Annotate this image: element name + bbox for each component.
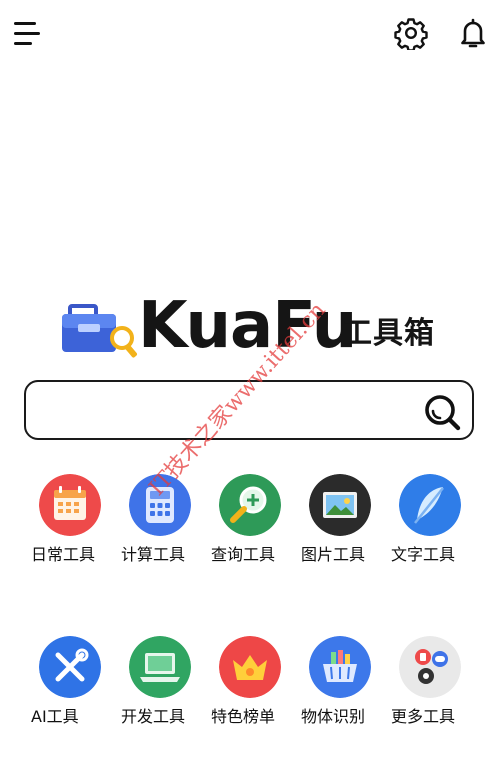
top-bar	[0, 0, 500, 66]
calculator-icon	[129, 474, 191, 536]
crown-icon	[219, 636, 281, 698]
brand-name: KuaFu	[138, 289, 357, 363]
toolbox-icon	[62, 304, 137, 358]
tool-label: 图片工具	[301, 545, 366, 564]
search-input[interactable]	[40, 390, 424, 432]
laptop-icon	[129, 636, 191, 698]
tool-label: 开发工具	[121, 707, 186, 726]
brand-logo: KuaFu 工具箱	[60, 289, 450, 364]
calendar-icon	[39, 474, 101, 536]
wrench-screwdriver-icon	[39, 636, 101, 698]
feather-icon	[399, 474, 461, 536]
tool-label: 计算工具	[121, 545, 186, 564]
menu-icon[interactable]	[12, 20, 44, 48]
magnifier-plus-icon	[219, 474, 281, 536]
tool-label: AI工具	[31, 707, 79, 726]
tool-label: 特色榜单	[211, 707, 276, 726]
tool-label: 更多工具	[391, 707, 456, 726]
bell-icon[interactable]	[456, 16, 490, 50]
tool-label: 文字工具	[391, 545, 456, 564]
brand-suffix: 工具箱	[342, 316, 435, 351]
basket-icon	[309, 636, 371, 698]
search-icon[interactable]	[422, 392, 462, 432]
tool-label: 查询工具	[211, 545, 276, 564]
gear-icon[interactable]	[394, 16, 428, 52]
search-bar	[24, 380, 474, 440]
tool-label: 日常工具	[31, 545, 96, 564]
apps-icon	[399, 636, 461, 698]
tool-label: 物体识别	[301, 707, 366, 726]
picture-icon	[309, 474, 371, 536]
